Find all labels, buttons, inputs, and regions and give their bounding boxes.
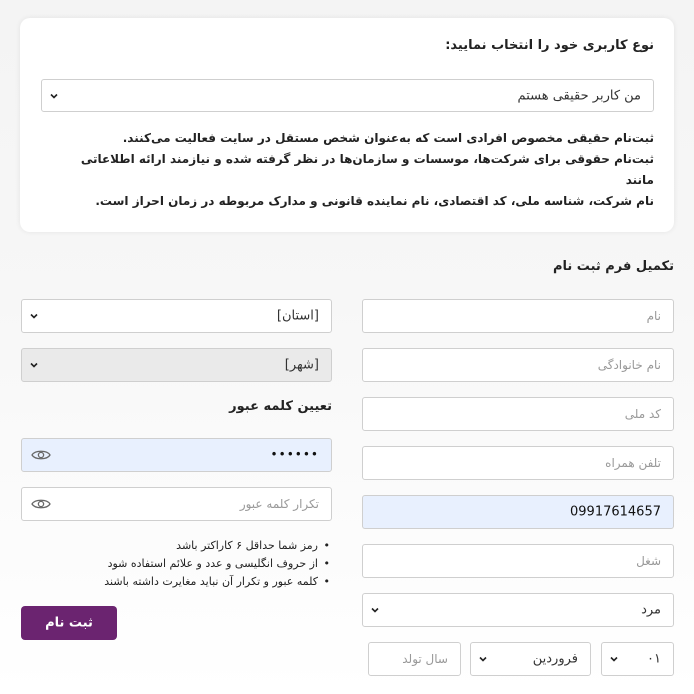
user-type-title: نوع کاربری خود را انتخاب نمایید: [445,38,654,53]
gender-select[interactable]: مرد [362,593,674,627]
submit-button[interactable]: ثبت نام [21,606,117,640]
password-title: تعیین کلمه عبور [229,399,332,414]
birth-month-value: فروردین [532,651,578,667]
chevron-down-icon [30,362,38,368]
password-input[interactable]: •••••• [21,438,332,472]
gender-value: مرد [641,602,661,618]
last-name-input[interactable]: نام خانوادگی [362,348,674,382]
job-input[interactable]: شغل [362,544,674,578]
description-line: نام شرکت، شناسه ملی، کد اقتصادی، نام نما… [95,194,654,208]
birth-year-input[interactable]: سال تولد [368,642,461,676]
chevron-down-icon [610,656,618,662]
national-code-placeholder: کد ملی [624,407,661,421]
city-value: [شهر] [284,357,319,373]
password-repeat-input[interactable]: تکرار کلمه عبور [21,487,332,521]
chevron-down-icon [50,93,58,99]
password-rule: از حروف انگلیسی و عدد و علائم استفاده شو… [32,555,332,573]
user-type-description: ثبت‌نام حقیقی مخصوص افرادی است که به‌عنو… [54,128,654,212]
description-line: ثبت‌نام حقوقی برای شرکت‌ها، موسسات و ساز… [80,152,654,187]
chevron-down-icon [30,313,38,319]
submit-label: ثبت نام [45,615,93,631]
user-type-value: من کاربر حقیقی هستم [517,88,641,103]
mobile-input[interactable]: تلفن همراه [362,446,674,480]
job-placeholder: شغل [636,554,661,568]
password-rules: رمز شما حداقل ۶ کاراکتر باشد از حروف انگ… [32,537,332,591]
chevron-down-icon [371,607,379,613]
phone-value: 09917614657 [570,504,661,520]
form-title: تکمیل فرم ثبت نام [552,259,674,274]
password-rule: رمز شما حداقل ۶ کاراکتر باشد [32,537,332,555]
first-name-input[interactable]: نام [362,299,674,333]
password-repeat-placeholder: تکرار کلمه عبور [239,497,319,511]
password-value: •••••• [270,447,319,462]
mobile-placeholder: تلفن همراه [605,456,661,470]
eye-icon[interactable] [31,497,51,511]
birth-day-select[interactable]: ۰۱ [601,642,674,676]
first-name-placeholder: نام [646,309,661,323]
birth-day-value: ۰۱ [647,651,661,667]
province-select[interactable]: [استان] [21,299,332,333]
birth-year-placeholder: سال تولد [402,652,448,666]
password-rule: کلمه عبور و تکرار آن نباید مغایرت داشته … [32,573,332,591]
birth-month-select[interactable]: فروردین [470,642,591,676]
national-code-input[interactable]: کد ملی [362,397,674,431]
province-value: [استان] [276,308,319,324]
phone-input[interactable]: 09917614657 [362,495,674,529]
last-name-placeholder: نام خانوادگی [597,358,661,372]
eye-icon[interactable] [31,448,51,462]
user-type-select[interactable]: من کاربر حقیقی هستم [41,79,654,112]
description-line: ثبت‌نام حقیقی مخصوص افرادی است که به‌عنو… [122,131,654,145]
user-type-card: نوع کاربری خود را انتخاب نمایید: من کارب… [20,18,674,232]
chevron-down-icon [479,656,487,662]
city-select[interactable]: [شهر] [21,348,332,382]
